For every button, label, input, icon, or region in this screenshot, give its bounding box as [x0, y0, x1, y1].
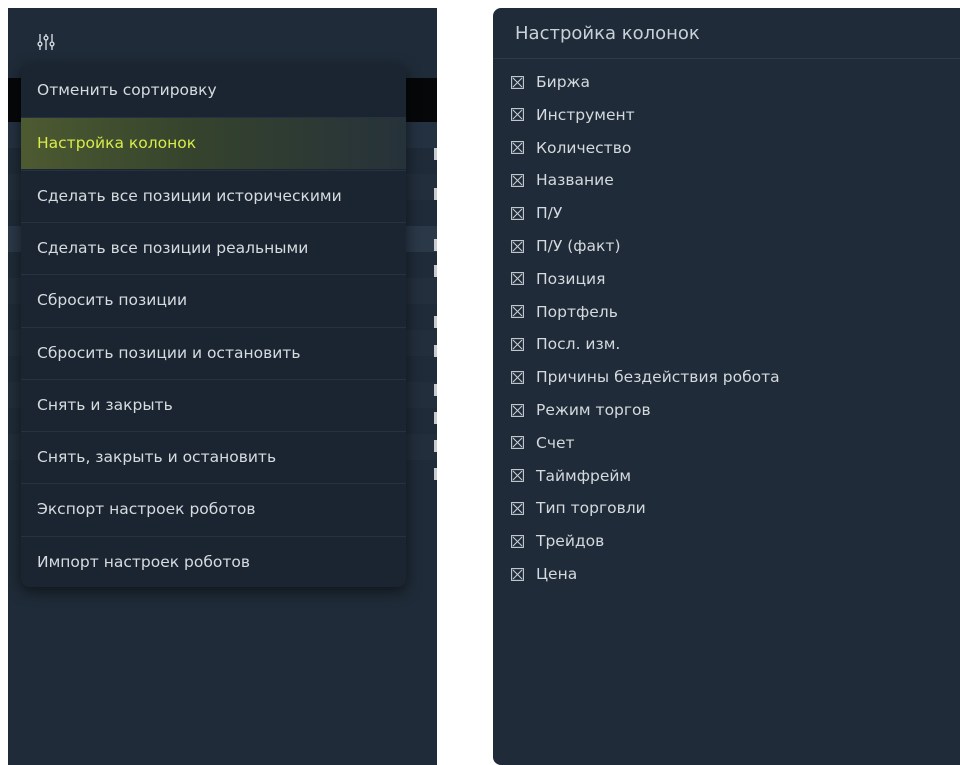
table-cell-fragment [434, 265, 437, 277]
menu-item-import-robot-settings[interactable]: Импорт настроек роботов [21, 535, 406, 587]
table-cell-fragment [434, 440, 437, 452]
table-cell-fragment [434, 468, 437, 480]
checkbox-crossed-icon[interactable] [511, 173, 524, 187]
column-option-label: Цена [536, 565, 578, 583]
column-option-label: Посл. изм. [536, 335, 621, 354]
checkbox-crossed-icon[interactable] [511, 239, 524, 253]
table-cell-fragment [434, 316, 437, 328]
checkbox-crossed-icon[interactable] [511, 206, 524, 220]
column-option-label: Таймфрейм [536, 466, 632, 485]
checkbox-crossed-icon[interactable] [511, 272, 524, 286]
table-cell-fragment [434, 188, 437, 200]
table-cell-fragment [434, 412, 437, 424]
sliders-icon[interactable] [36, 32, 56, 52]
column-option[interactable]: П/У (факт) [511, 230, 621, 262]
menu-item-export-robot-settings[interactable]: Экспорт настроек роботов [21, 483, 406, 535]
column-option[interactable]: Цена [511, 558, 577, 590]
menu-item-make-positions-historical[interactable]: Сделать все позиции историческими [21, 169, 406, 222]
checkbox-crossed-icon[interactable] [511, 141, 524, 155]
column-option-label: Причины бездействия робота [536, 368, 780, 387]
column-option[interactable]: Инструмент [511, 99, 635, 131]
column-option[interactable]: Количество [511, 132, 631, 164]
checkbox-crossed-icon[interactable] [511, 403, 524, 417]
menu-item-column-settings[interactable]: Настройка колонок [21, 117, 406, 170]
column-option-label: Позиция [536, 269, 606, 288]
checkbox-crossed-icon[interactable] [511, 469, 524, 483]
column-option[interactable]: Биржа [511, 66, 590, 98]
checkbox-crossed-icon[interactable] [511, 370, 524, 384]
column-option-label: Тип торговли [536, 499, 646, 518]
context-menu: Отменить сортировку Настройка колонок Сд… [21, 65, 406, 587]
table-cell-fragment [434, 384, 437, 396]
menu-item-cancel-sort[interactable]: Отменить сортировку [21, 65, 406, 117]
menu-item-reset-positions[interactable]: Сбросить позиции [21, 274, 406, 326]
panel-title: Настройка колонок [515, 23, 700, 44]
column-option[interactable]: Портфель [511, 296, 618, 328]
table-cell-fragment [434, 148, 437, 160]
column-option-label: П/У [536, 204, 563, 223]
menu-item-reset-positions-and-stop[interactable]: Сбросить позиции и остановить [21, 326, 406, 379]
column-option-label: Портфель [536, 302, 618, 321]
column-option[interactable]: Счет [511, 427, 575, 459]
column-option[interactable]: Причины бездействия робота [511, 361, 780, 393]
column-option[interactable]: Посл. изм. [511, 328, 620, 360]
column-option-label: Счет [536, 433, 575, 452]
column-option-label: Название [536, 171, 614, 190]
checkbox-crossed-icon[interactable] [511, 534, 524, 548]
menu-item-cancel-and-close[interactable]: Снять и закрыть [21, 378, 406, 431]
checkbox-crossed-icon[interactable] [511, 305, 524, 319]
column-option-label: Количество [536, 138, 632, 157]
column-option[interactable]: Тип торговли [511, 492, 646, 524]
column-option[interactable]: Трейдов [511, 525, 604, 557]
column-option-label: Биржа [536, 73, 591, 91]
checkbox-crossed-icon[interactable] [511, 75, 524, 89]
table-cell-fragment [434, 345, 437, 357]
column-option-label: Режим торгов [536, 401, 651, 419]
column-option[interactable]: Режим торгов [511, 394, 651, 426]
column-option-label: Инструмент [536, 105, 635, 124]
table-cell-fragment [434, 239, 437, 251]
checkbox-crossed-icon[interactable] [511, 108, 524, 122]
menu-item-make-positions-real[interactable]: Сделать все позиции реальными [21, 221, 406, 274]
checkbox-crossed-icon[interactable] [511, 337, 524, 351]
column-option[interactable]: Название [511, 164, 614, 196]
checkbox-crossed-icon[interactable] [511, 567, 524, 581]
column-option-label: П/У (факт) [536, 237, 621, 255]
menu-item-cancel-close-and-stop[interactable]: Снять, закрыть и остановить [21, 431, 406, 483]
column-option-label: Трейдов [536, 532, 605, 551]
column-settings-panel: Настройка колонок Биржа Инструмент Количес… [493, 8, 960, 765]
checkbox-crossed-icon[interactable] [511, 436, 524, 450]
column-option[interactable]: Таймфрейм [511, 460, 631, 492]
divider [493, 58, 960, 59]
column-option[interactable]: П/У [511, 197, 562, 229]
column-option[interactable]: Позиция [511, 263, 605, 295]
checkbox-crossed-icon[interactable] [511, 501, 524, 515]
